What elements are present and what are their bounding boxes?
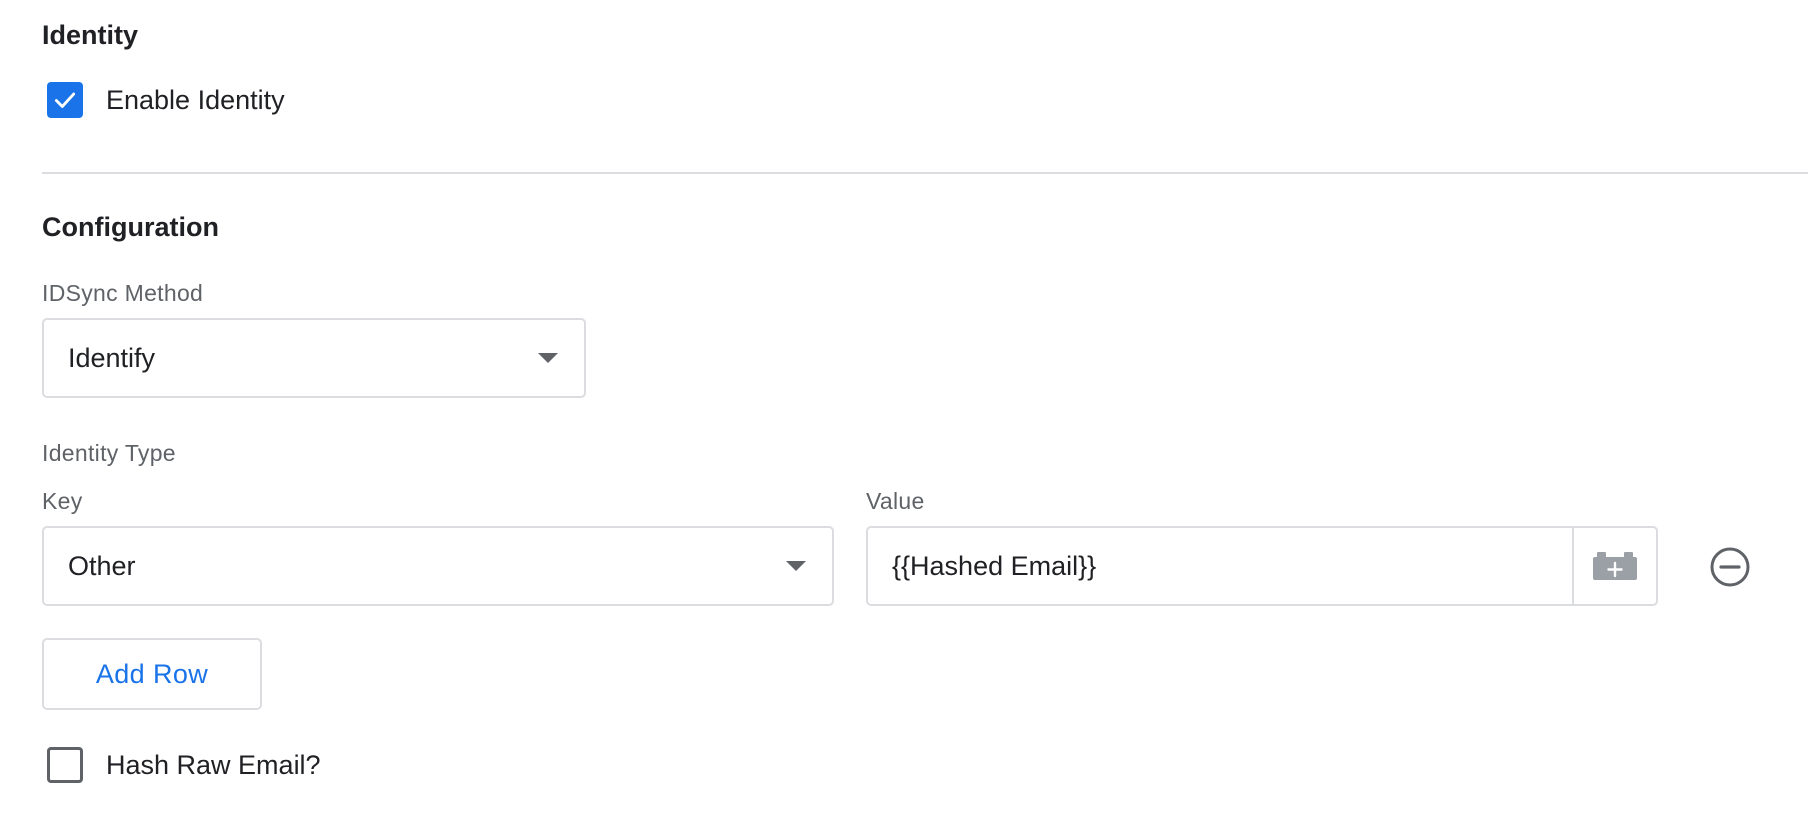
enable-identity-checkbox-row[interactable]: Enable Identity (47, 82, 285, 118)
add-row-button[interactable]: Add Row (42, 638, 262, 710)
identity-key-value: Other (68, 551, 136, 581)
configuration-section-title: Configuration (42, 212, 219, 242)
remove-row-button[interactable] (1709, 546, 1751, 588)
minus-circle-icon (1710, 547, 1750, 587)
hash-raw-email-checkbox-row[interactable]: Hash Raw Email? (47, 747, 321, 783)
identity-value-input[interactable] (868, 528, 1572, 604)
enable-identity-checkbox[interactable] (47, 82, 83, 118)
identity-section-title: Identity (42, 20, 139, 50)
lego-brick-plus-icon (1593, 552, 1637, 580)
enable-identity-label: Enable Identity (106, 85, 285, 115)
key-column-label: Key (42, 488, 83, 514)
idsync-method-select[interactable]: Identify (42, 318, 586, 398)
variable-picker-button[interactable] (1572, 528, 1656, 604)
check-icon (54, 92, 76, 108)
identity-value-field (866, 526, 1658, 606)
caret-down-icon (786, 561, 806, 571)
idsync-method-value: Identify (68, 343, 156, 373)
identity-type-label: Identity Type (42, 440, 176, 466)
section-divider (42, 172, 1808, 174)
identity-key-select[interactable]: Other (42, 526, 834, 606)
hash-raw-email-checkbox[interactable] (47, 747, 83, 783)
caret-down-icon (538, 353, 558, 363)
hash-raw-email-label: Hash Raw Email? (106, 750, 321, 780)
identity-config-page: Identity Enable Identity Configuration I… (0, 0, 1808, 820)
add-row-label: Add Row (95, 658, 209, 689)
idsync-method-label: IDSync Method (42, 280, 204, 306)
value-column-label: Value (866, 488, 925, 514)
